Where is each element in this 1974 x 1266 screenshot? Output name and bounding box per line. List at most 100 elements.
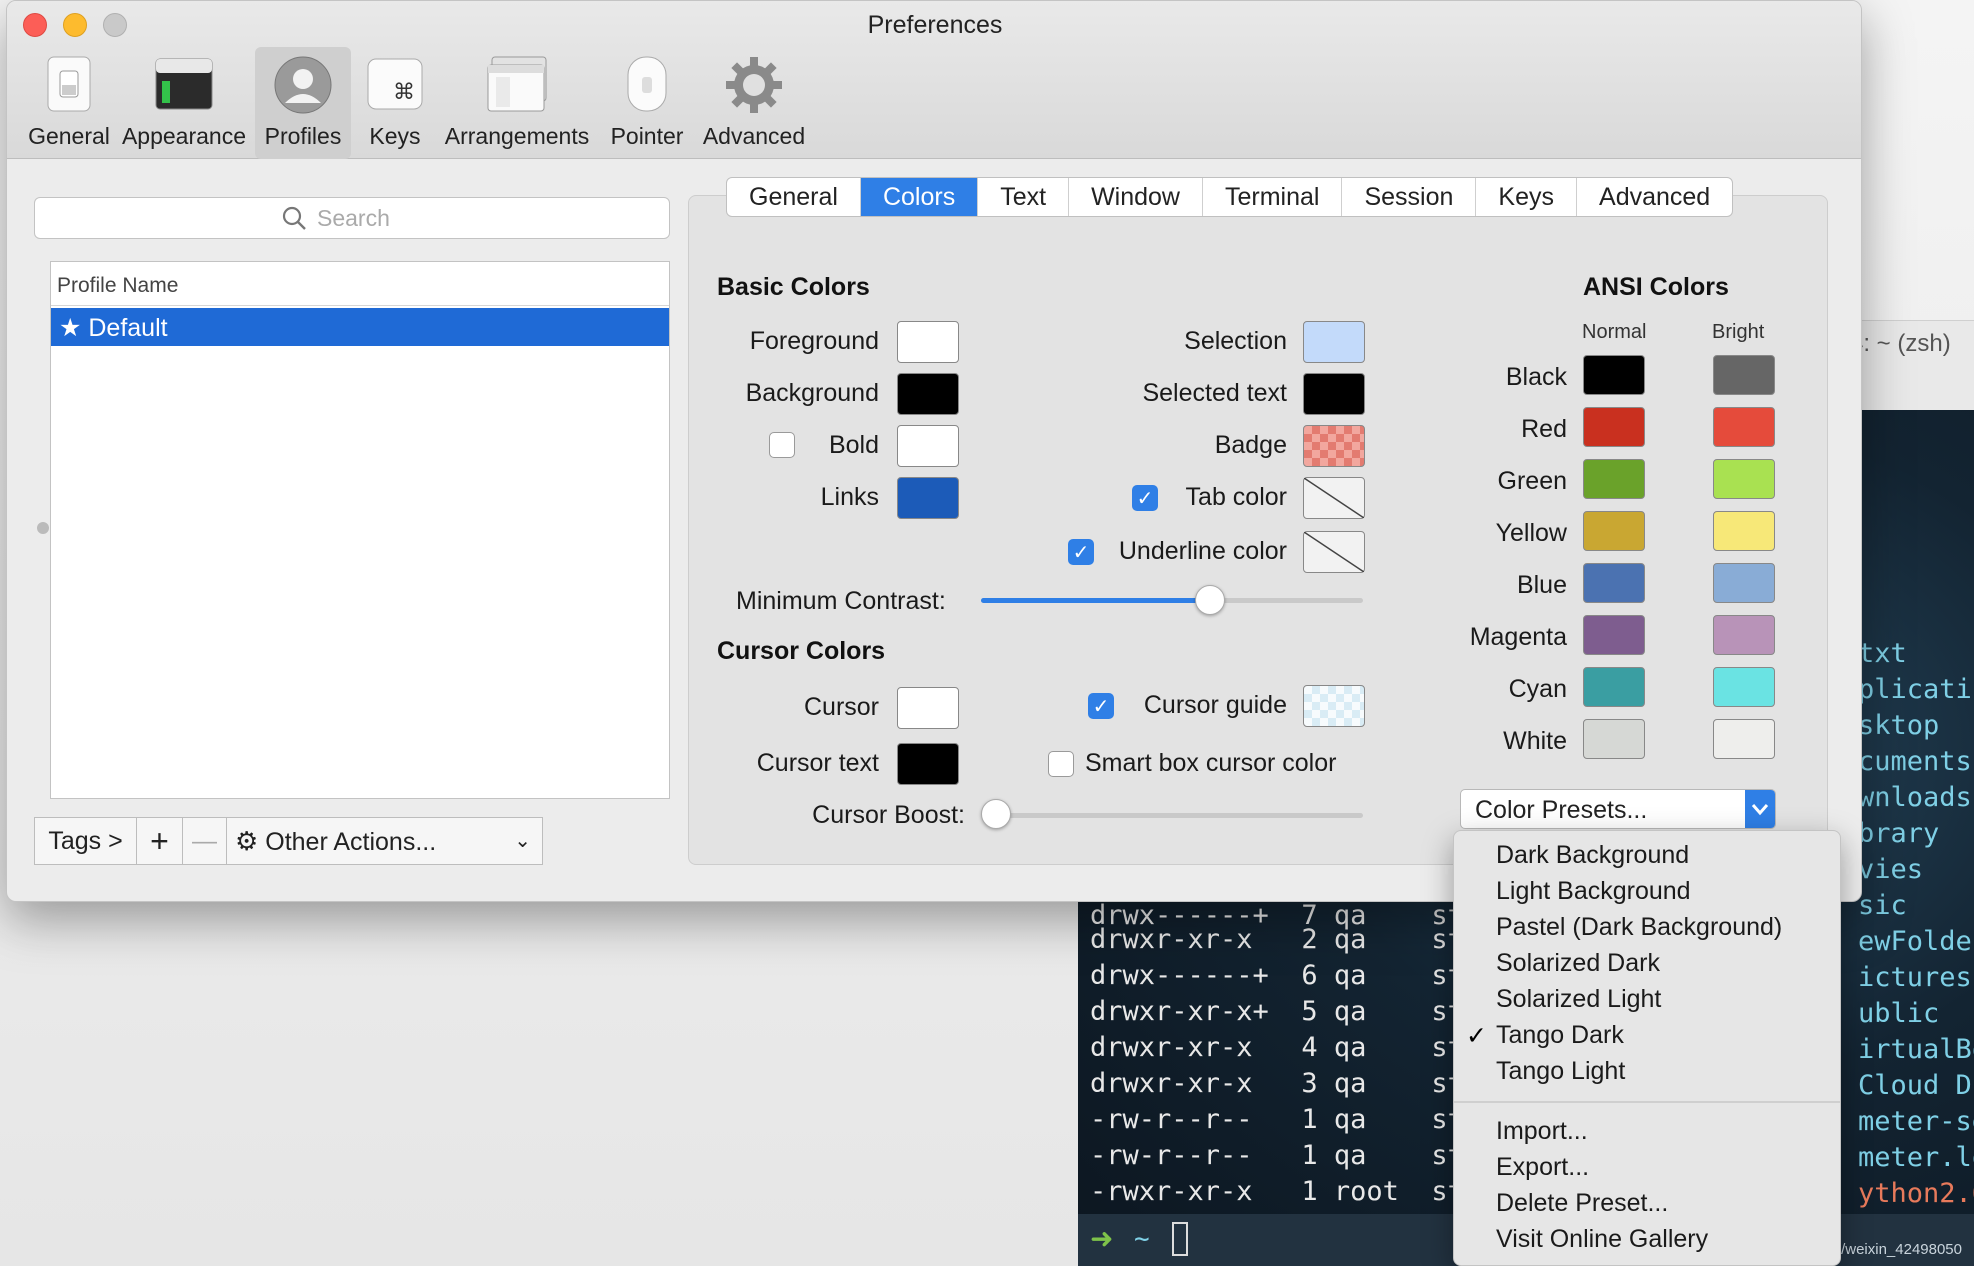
cursor-text-swatch[interactable] bbox=[897, 743, 959, 785]
ansi-yellow-normal-swatch[interactable] bbox=[1583, 511, 1645, 551]
profile-row-default[interactable]: ★ Default bbox=[51, 308, 669, 346]
badge-swatch[interactable] bbox=[1303, 425, 1365, 467]
title-bar[interactable]: Preferences General Appearance Profiles … bbox=[7, 1, 1861, 159]
terminal-listing: vies bbox=[1858, 854, 1924, 885]
profile-name-header[interactable]: Profile Name bbox=[51, 262, 669, 306]
add-profile-button[interactable]: + bbox=[137, 818, 183, 864]
toolbar-pointer[interactable]: Pointer bbox=[601, 47, 693, 159]
ansi-white-bright-swatch[interactable] bbox=[1713, 719, 1775, 759]
terminal-listing: ublic bbox=[1858, 998, 1940, 1029]
split-handle[interactable] bbox=[37, 522, 49, 534]
terminal-listing: ython2.6 bbox=[1858, 1178, 1974, 1209]
ansi-blue-normal-swatch[interactable] bbox=[1583, 563, 1645, 603]
ansi-black-bright-swatch[interactable] bbox=[1713, 355, 1775, 395]
terminal-line: drwxr-xr-x 2 qa st bbox=[1090, 924, 1464, 955]
window-title: Preferences bbox=[867, 11, 1003, 39]
menu-separator bbox=[1454, 1101, 1840, 1103]
cursor-boost-slider[interactable] bbox=[985, 813, 1363, 818]
ansi-green-normal-swatch[interactable] bbox=[1583, 459, 1645, 499]
ansi-white-normal-swatch[interactable] bbox=[1583, 719, 1645, 759]
ansi-cyan-normal-swatch[interactable] bbox=[1583, 667, 1645, 707]
profile-list[interactable]: Profile Name ★ Default bbox=[50, 261, 670, 799]
menu-item-visit-gallery[interactable]: Visit Online Gallery bbox=[1496, 1225, 1708, 1254]
remove-profile-button[interactable]: — bbox=[183, 818, 227, 864]
search-field[interactable]: Search bbox=[34, 197, 670, 239]
minimum-contrast-knob[interactable] bbox=[1195, 585, 1226, 615]
terminal-listing: irtualBo bbox=[1858, 1034, 1974, 1065]
cursor-boost-knob[interactable] bbox=[981, 799, 1011, 829]
command-key-icon: ⌘ bbox=[367, 58, 423, 110]
ansi-blue-bright-swatch[interactable] bbox=[1713, 563, 1775, 603]
ansi-yellow-bright-swatch[interactable] bbox=[1713, 511, 1775, 551]
foreground-label: Foreground bbox=[749, 327, 879, 355]
toolbar-arrangements[interactable]: Arrangements bbox=[439, 47, 595, 159]
tab-keys[interactable]: Keys bbox=[1476, 178, 1578, 216]
menu-item-pastel-dark[interactable]: Pastel (Dark Background) bbox=[1496, 913, 1782, 942]
tab-color-swatch[interactable] bbox=[1303, 477, 1365, 519]
tags-button[interactable]: Tags > bbox=[35, 818, 137, 864]
tab-general[interactable]: General bbox=[727, 178, 861, 216]
terminal-listing: brary bbox=[1858, 818, 1940, 849]
selected-text-swatch[interactable] bbox=[1303, 373, 1365, 415]
terminal-listing: meter-se bbox=[1858, 1106, 1974, 1137]
menu-item-solarized-light[interactable]: Solarized Light bbox=[1496, 985, 1661, 1014]
toolbar-profiles[interactable]: Profiles bbox=[255, 47, 351, 159]
menu-item-light-background[interactable]: Light Background bbox=[1496, 877, 1691, 906]
menu-item-delete-preset[interactable]: Delete Preset... bbox=[1496, 1189, 1668, 1218]
menu-item-import[interactable]: Import... bbox=[1496, 1117, 1588, 1146]
selection-swatch[interactable] bbox=[1303, 321, 1365, 363]
toolbar-advanced[interactable]: Advanced bbox=[695, 47, 813, 159]
menu-item-tango-dark[interactable]: Tango Dark bbox=[1496, 1021, 1624, 1050]
tab-colors[interactable]: Colors bbox=[860, 178, 979, 216]
tab-session[interactable]: Session bbox=[1342, 178, 1477, 216]
menu-item-solarized-dark[interactable]: Solarized Dark bbox=[1496, 949, 1660, 978]
tab-window[interactable]: Window bbox=[1069, 178, 1203, 216]
ansi-red-bright-swatch[interactable] bbox=[1713, 407, 1775, 447]
menu-item-export[interactable]: Export... bbox=[1496, 1153, 1589, 1182]
ansi-cyan-bright-swatch[interactable] bbox=[1713, 667, 1775, 707]
color-presets-popup[interactable]: Color Presets... bbox=[1460, 789, 1776, 829]
ansi-magenta-bright-swatch[interactable] bbox=[1713, 615, 1775, 655]
checkmark-icon: ✓ bbox=[1466, 1022, 1487, 1050]
other-actions-menu[interactable]: ⚙ Other Actions... ⌄ bbox=[227, 818, 543, 864]
toolbar-label: Appearance bbox=[121, 123, 247, 149]
ansi-black-normal-swatch[interactable] bbox=[1583, 355, 1645, 395]
prompt-path: ~ bbox=[1134, 1224, 1150, 1254]
prompt-arrow-icon: ➜ bbox=[1090, 1223, 1114, 1254]
svg-text:⌘: ⌘ bbox=[393, 80, 415, 105]
ansi-label-black: Black bbox=[1505, 363, 1567, 391]
color-presets-menu: Dark Background Light Background Pastel … bbox=[1453, 830, 1841, 1266]
badge-label: Badge bbox=[1214, 431, 1287, 459]
bold-swatch[interactable] bbox=[897, 425, 959, 467]
ansi-green-bright-swatch[interactable] bbox=[1713, 459, 1775, 499]
terminal-listing: sktop bbox=[1858, 710, 1940, 741]
ansi-magenta-normal-swatch[interactable] bbox=[1583, 615, 1645, 655]
selected-text-label: Selected text bbox=[1142, 379, 1287, 407]
background-swatch[interactable] bbox=[897, 373, 959, 415]
toolbar-keys[interactable]: ⌘ Keys bbox=[355, 47, 435, 159]
links-label: Links bbox=[820, 483, 879, 511]
mouse-icon bbox=[627, 56, 667, 112]
terminal-listing: meter.lo bbox=[1858, 1142, 1974, 1173]
cursor-guide-swatch[interactable] bbox=[1303, 685, 1365, 727]
tab-terminal[interactable]: Terminal bbox=[1203, 178, 1343, 216]
links-swatch[interactable] bbox=[897, 477, 959, 519]
underline-color-swatch[interactable] bbox=[1303, 531, 1365, 573]
ansi-red-normal-swatch[interactable] bbox=[1583, 407, 1645, 447]
terminal-listing: cuments bbox=[1858, 746, 1972, 777]
terminal-listing: sic bbox=[1858, 890, 1907, 921]
tab-text[interactable]: Text bbox=[978, 178, 1070, 216]
underline-color-label: Underline color bbox=[1118, 537, 1287, 565]
menu-item-tango-light[interactable]: Tango Light bbox=[1496, 1057, 1625, 1086]
terminal-line: drwxr-xr-x+ 5 qa st bbox=[1090, 996, 1464, 1027]
chevron-down-icon bbox=[1745, 790, 1775, 828]
smart-box-cursor-checkbox[interactable] bbox=[1048, 751, 1074, 777]
profile-tabs: General Colors Text Window Terminal Sess… bbox=[726, 177, 1734, 217]
tab-advanced[interactable]: Advanced bbox=[1577, 178, 1732, 216]
toolbar-appearance[interactable]: Appearance bbox=[119, 47, 249, 159]
cursor-guide-label: Cursor guide bbox=[1143, 691, 1287, 719]
toolbar-general[interactable]: General bbox=[21, 47, 117, 159]
menu-item-dark-background[interactable]: Dark Background bbox=[1496, 841, 1689, 870]
foreground-swatch[interactable] bbox=[897, 321, 959, 363]
cursor-swatch[interactable] bbox=[897, 687, 959, 729]
